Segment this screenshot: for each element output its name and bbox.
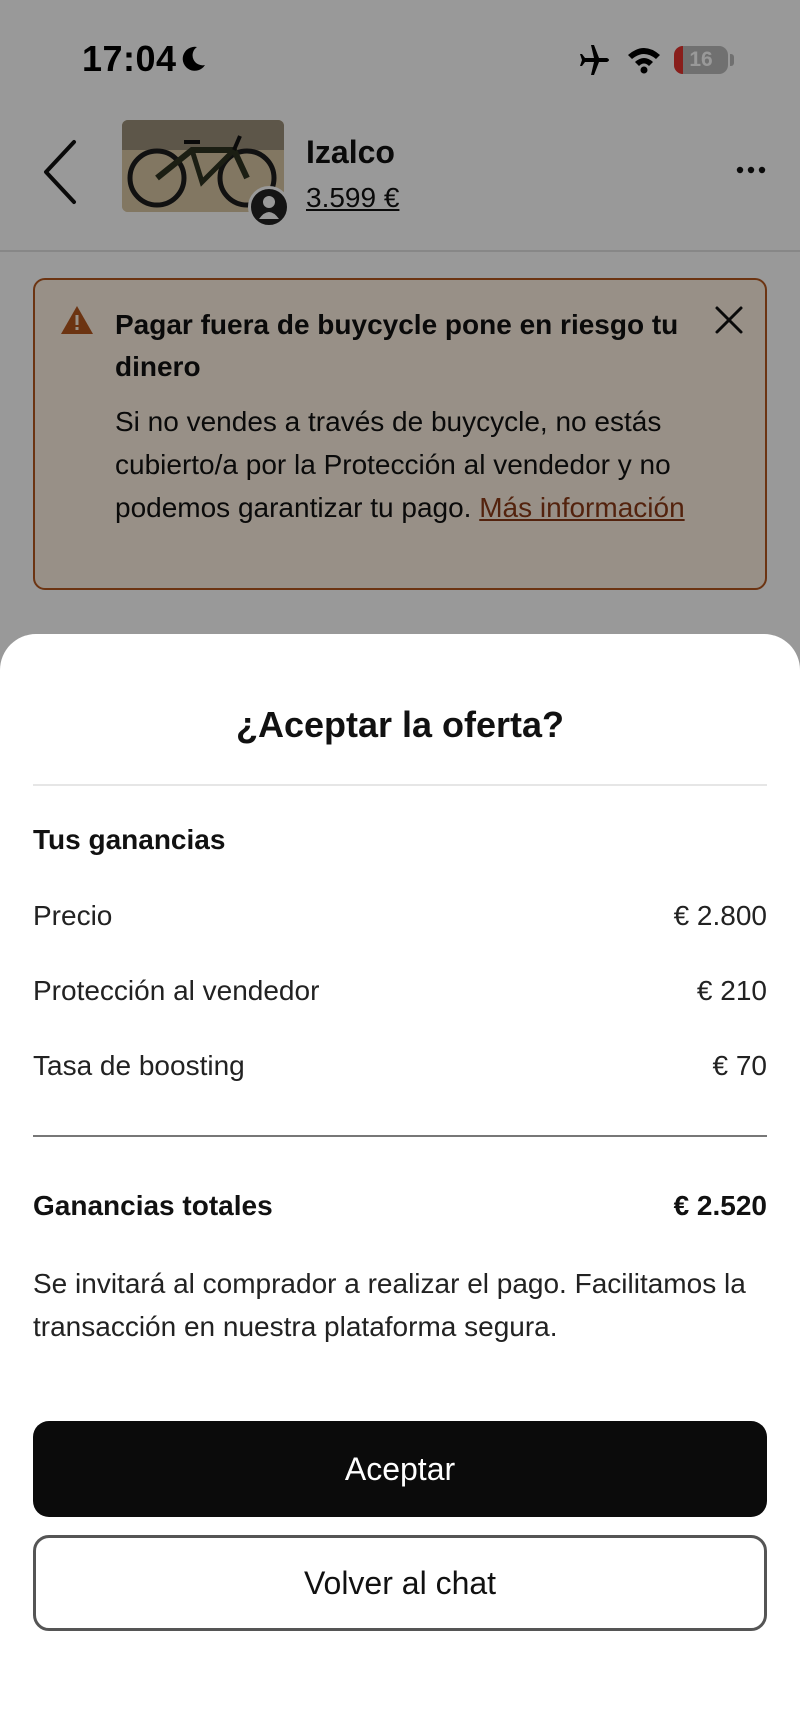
total-value: € 2.520 xyxy=(673,1190,767,1221)
payment-note: Se invitará al comprador a realizar el p… xyxy=(33,1268,746,1342)
row-label: Protección al vendedor xyxy=(33,975,320,1006)
row-label: Tasa de boosting xyxy=(33,1050,245,1081)
row-value: € 2.800 xyxy=(673,900,767,931)
total-divider xyxy=(33,1135,767,1137)
divider xyxy=(33,784,767,786)
earnings-row-boosting-fee: Tasa de boosting € 70 xyxy=(33,1050,767,1090)
total-label: Ganancias totales xyxy=(33,1190,273,1221)
earnings-section-label: Tus ganancias xyxy=(33,824,226,855)
row-label: Precio xyxy=(33,900,113,931)
accept-offer-sheet: ¿Aceptar la oferta? Tus ganancias Precio… xyxy=(0,634,800,1734)
total-earnings-row: Ganancias totales € 2.520 xyxy=(33,1190,767,1230)
row-value: € 210 xyxy=(696,975,767,1006)
accept-button[interactable]: Aceptar xyxy=(33,1421,767,1517)
row-value: € 70 xyxy=(712,1050,768,1081)
sheet-title: ¿Aceptar la oferta? xyxy=(235,704,565,745)
earnings-row-seller-protection: Protección al vendedor € 210 xyxy=(33,975,767,1015)
earnings-row-price: Precio € 2.800 xyxy=(33,900,767,940)
back-to-chat-button[interactable]: Volver al chat xyxy=(33,1535,767,1631)
